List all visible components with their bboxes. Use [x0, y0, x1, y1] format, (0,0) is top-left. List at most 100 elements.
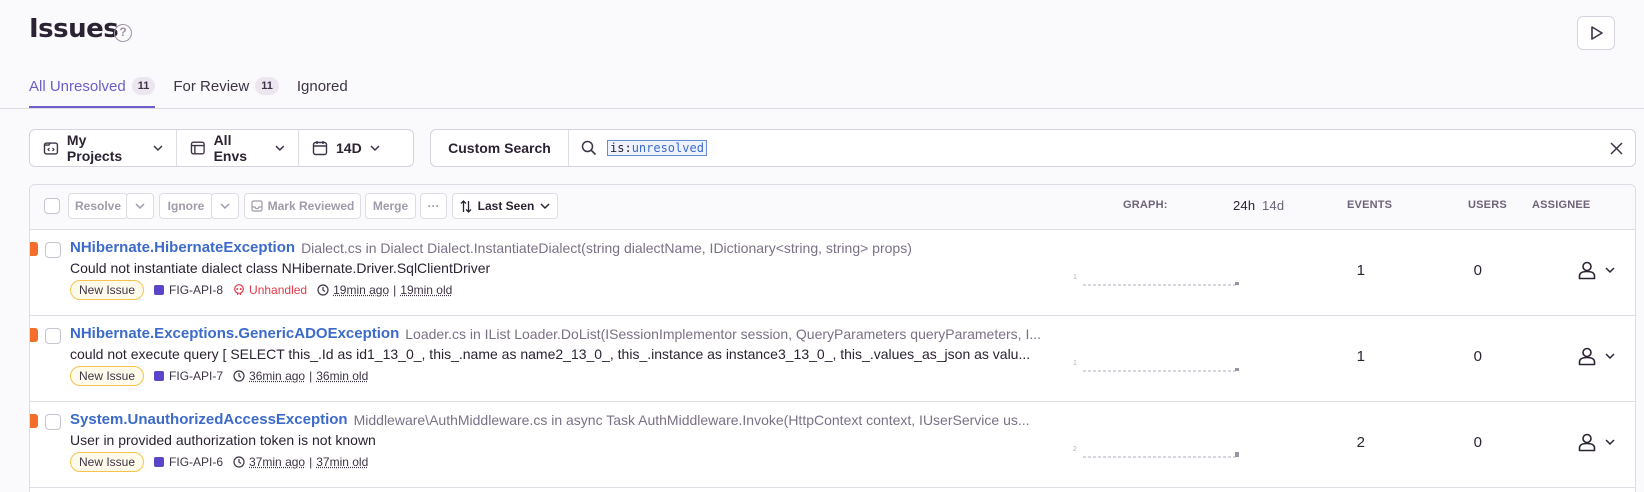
- tab-label: For Review: [173, 78, 249, 95]
- issue-title-line: NHibernate.HibernateException Dialect.cs …: [70, 239, 912, 256]
- graph-max-label: 1: [1073, 274, 1077, 281]
- issue-culprit: Loader.cs in IList Loader.DoList(ISessio…: [405, 326, 1041, 342]
- issue-title-link[interactable]: NHibernate.Exceptions.GenericADOExceptio…: [70, 325, 399, 342]
- issue-meta: New Issue FIG-API-8 Unhandled 19min ago |…: [70, 280, 452, 300]
- environment-filter-label: All Envs: [214, 132, 268, 164]
- sort-button[interactable]: Last Seen: [452, 193, 558, 219]
- project-filter-button[interactable]: My Projects: [30, 130, 177, 166]
- events-column-header: EVENTS: [1347, 199, 1392, 211]
- new-issue-badge: New Issue: [70, 366, 144, 386]
- skull-icon: [233, 284, 245, 296]
- issue-message: Could not instantiate dialect class NHib…: [70, 260, 1100, 276]
- users-count[interactable]: 0: [1442, 262, 1482, 279]
- clock-icon: [317, 284, 329, 296]
- graph-14d-toggle[interactable]: 14d: [1262, 198, 1284, 213]
- issue-culprit: Dialect.cs in Dialect Dialect.Instantiat…: [301, 240, 912, 256]
- first-seen[interactable]: 37min old: [316, 455, 368, 469]
- chevron-down-icon: [135, 201, 145, 211]
- time-info: 19min ago | 19min old: [317, 283, 452, 297]
- ignore-button[interactable]: Ignore: [159, 193, 213, 219]
- issue-row[interactable]: System.UnauthorizedAccessException Middle…: [30, 402, 1635, 488]
- issue-row[interactable]: NHibernate.HibernateException Dialect.cs …: [30, 230, 1635, 316]
- resolve-dropdown-button[interactable]: [126, 193, 154, 219]
- question-circle-icon[interactable]: ?: [114, 24, 132, 42]
- issue-title-line: NHibernate.Exceptions.GenericADOExceptio…: [70, 325, 1041, 342]
- assignee-selector[interactable]: [1577, 432, 1615, 452]
- issue-checkbox[interactable]: [45, 414, 61, 430]
- tab-label: All Unresolved: [29, 78, 126, 95]
- short-id[interactable]: FIG-API-6: [154, 455, 223, 469]
- issue-message: User in provided authorization token is …: [70, 432, 1100, 448]
- short-id[interactable]: FIG-API-8: [154, 283, 223, 297]
- issue-row[interactable]: NHibernate.Exceptions.GenericADOExceptio…: [30, 316, 1635, 402]
- project-icon: [43, 140, 59, 156]
- issue-checkbox[interactable]: [45, 242, 61, 258]
- tab-all-unresolved[interactable]: All Unresolved 11: [29, 72, 155, 109]
- assignee-selector[interactable]: [1577, 346, 1615, 366]
- first-seen[interactable]: 36min old: [316, 369, 368, 383]
- last-seen[interactable]: 19min ago: [333, 283, 389, 297]
- close-icon[interactable]: [1610, 142, 1623, 155]
- date-filter-button[interactable]: 14D: [299, 130, 395, 166]
- query-value: unresolved: [632, 141, 704, 155]
- user-icon: [1577, 346, 1597, 366]
- tab-count: 11: [132, 77, 156, 95]
- merge-button[interactable]: Merge: [365, 193, 416, 219]
- tab-for-review[interactable]: For Review 11: [173, 72, 279, 109]
- search-input[interactable]: is:unresolved: [607, 140, 707, 156]
- chevron-down-icon: [153, 143, 163, 153]
- query-key: is:: [610, 141, 632, 155]
- graph-24h-toggle[interactable]: 24h: [1233, 198, 1255, 213]
- search-bar[interactable]: Custom Search is:unresolved: [430, 129, 1636, 167]
- events-count[interactable]: 2: [1325, 434, 1365, 451]
- sort-icon: [460, 200, 472, 213]
- select-all-checkbox[interactable]: [44, 198, 60, 214]
- play-icon: [1591, 26, 1603, 40]
- last-seen[interactable]: 37min ago: [249, 455, 305, 469]
- custom-search-button[interactable]: Custom Search: [431, 130, 569, 166]
- first-seen[interactable]: 19min old: [400, 283, 452, 297]
- tab-ignored[interactable]: Ignored: [297, 72, 348, 109]
- unhandled-badge: Unhandled: [233, 283, 307, 297]
- user-icon: [1577, 432, 1597, 452]
- page-title: Issues: [29, 14, 118, 44]
- issue-checkbox[interactable]: [45, 328, 61, 344]
- graph-max-label: 1: [1073, 360, 1077, 367]
- inbox-icon: [251, 200, 263, 212]
- new-issue-badge: New Issue: [70, 280, 144, 300]
- chevron-down-icon: [220, 201, 230, 211]
- search-icon: [581, 140, 597, 156]
- date-filter-label: 14D: [336, 140, 362, 156]
- project-filter-label: My Projects: [67, 132, 145, 164]
- project-avatar-icon: [154, 457, 164, 467]
- event-graph: 2: [1073, 444, 1241, 458]
- time-info: 36min ago | 36min old: [233, 369, 368, 383]
- graph-column-header: GRAPH:: [1123, 199, 1168, 211]
- environment-filter-button[interactable]: All Envs: [177, 130, 299, 166]
- more-actions-button[interactable]: ···: [420, 193, 447, 219]
- issue-meta: New Issue FIG-API-6 37min ago | 37min old: [70, 452, 368, 472]
- users-count[interactable]: 0: [1442, 348, 1482, 365]
- resolve-button[interactable]: Resolve: [68, 193, 128, 219]
- last-seen[interactable]: 36min ago: [249, 369, 305, 383]
- project-avatar-icon: [154, 371, 164, 381]
- level-indicator: [29, 328, 38, 342]
- play-button[interactable]: [1577, 16, 1615, 50]
- issue-title-line: System.UnauthorizedAccessException Middle…: [70, 411, 1030, 428]
- new-issue-badge: New Issue: [70, 452, 144, 472]
- users-count[interactable]: 0: [1442, 434, 1482, 451]
- issue-meta: New Issue FIG-API-7 36min ago | 36min old: [70, 366, 368, 386]
- level-indicator: [29, 414, 38, 428]
- short-id-label: FIG-API-6: [169, 455, 223, 469]
- mark-reviewed-button[interactable]: Mark Reviewed: [244, 193, 361, 219]
- events-count[interactable]: 1: [1325, 262, 1365, 279]
- tabs-divider: [0, 108, 1644, 109]
- issue-title-link[interactable]: NHibernate.HibernateException: [70, 239, 295, 256]
- short-id[interactable]: FIG-API-7: [154, 369, 223, 383]
- ignore-dropdown-button[interactable]: [211, 193, 239, 219]
- assignee-selector[interactable]: [1577, 260, 1615, 280]
- chevron-down-icon: [540, 201, 550, 211]
- time-info: 37min ago | 37min old: [233, 455, 368, 469]
- issue-title-link[interactable]: System.UnauthorizedAccessException: [70, 411, 348, 428]
- events-count[interactable]: 1: [1325, 348, 1365, 365]
